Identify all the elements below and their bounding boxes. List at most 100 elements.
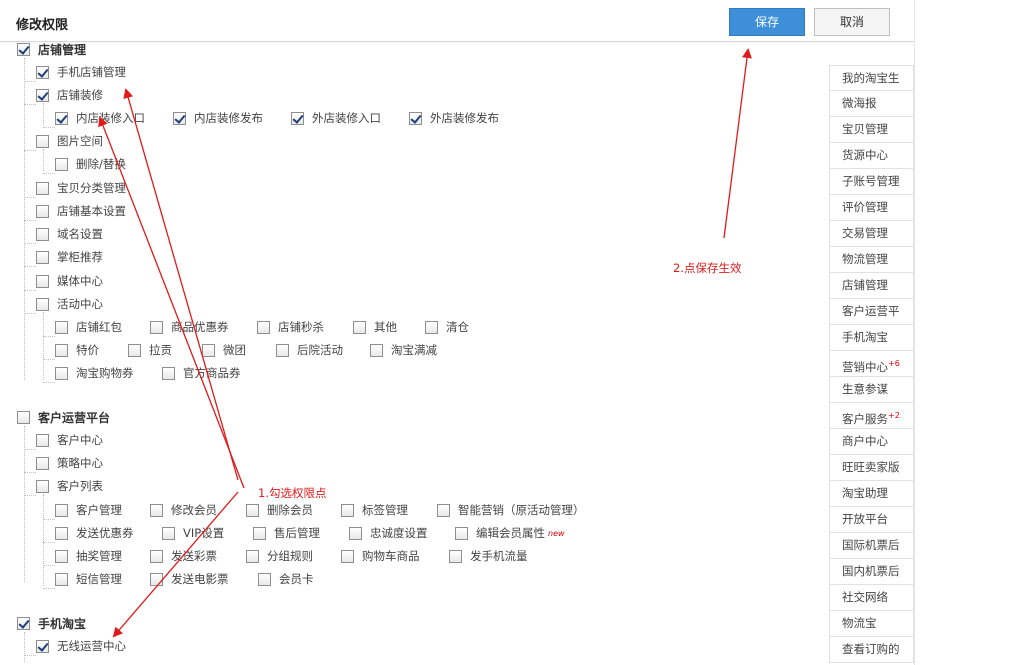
right-menu-item[interactable]: 店铺管理 [829,273,914,299]
checkbox-media[interactable] [36,274,49,288]
save-button[interactable]: 保存 [729,8,805,36]
checkbox-cl-group-rule[interactable] [246,549,259,563]
checkbox-act-spike[interactable] [257,320,270,334]
checkbox-cl-delete[interactable] [246,503,259,517]
checkbox-act-after[interactable] [276,343,289,357]
right-menu-item[interactable]: 交易管理 [829,221,914,247]
tree-connector [43,542,55,543]
right-menu-item[interactable]: 国际机票后 [829,533,914,559]
checkbox-act-gift[interactable] [128,343,141,357]
right-menu-item[interactable]: 物流管理 [829,247,914,273]
checkbox-crm-list[interactable] [36,479,49,493]
right-menu-item[interactable]: 客户服务+2 [829,403,914,429]
tree-node-cl-manage: 客户管理 [55,501,122,519]
tree-node-activity: 活动中心 [36,295,103,313]
checkbox-mobile-taobao[interactable] [17,616,30,630]
checkbox-act-shopping[interactable] [55,366,68,380]
right-menu-label: 国际机票后 [842,538,900,552]
right-menu-item[interactable]: 社交网络 [829,585,914,611]
right-menu-label: 社交网络 [842,590,888,604]
checkbox-crm[interactable] [17,410,30,424]
checkbox-act-other[interactable] [353,320,366,334]
right-menu-item[interactable]: 客户运营平 [829,299,914,325]
tree-label: 手机店铺管理 [57,65,126,79]
checkbox-cl-sms[interactable] [55,572,68,586]
checkbox-cl-card[interactable] [258,572,271,586]
checkbox-store[interactable] [17,42,30,56]
checkbox-domain[interactable] [36,227,49,241]
tree-label: 智能营销（原活动管理） [458,503,585,517]
right-menu-item[interactable]: 评价管理 [829,195,914,221]
checkbox-cl-movie[interactable] [150,572,163,586]
checkbox-image-delete[interactable] [55,157,68,171]
checkbox-category[interactable] [36,181,49,195]
checkbox-crm-center[interactable] [36,433,49,447]
checkbox-act-full[interactable] [370,343,383,357]
tree-connector [24,197,36,198]
right-menu-item[interactable]: 淘宝助理 [829,481,914,507]
tree-label: 抽奖管理 [76,549,122,563]
checkbox-cl-sms-flow[interactable] [449,549,462,563]
checkbox-wireless[interactable] [36,639,49,653]
checkbox-cl-send-lottery[interactable] [150,549,163,563]
right-menu-item[interactable]: 查看订购的 [829,637,914,663]
checkbox-act-coupon[interactable] [150,320,163,334]
right-menu-item[interactable]: 商户中心 [829,429,914,455]
tree-label: 店铺秒杀 [278,320,324,334]
right-menu-label: 商户中心 [842,434,888,448]
right-menu-label: 物流管理 [842,252,888,266]
right-menu-item[interactable]: 子账号管理 [829,169,914,195]
checkbox-recommend[interactable] [36,250,49,264]
right-menu-item[interactable]: 生意参谋 [829,377,914,403]
right-menu-item[interactable]: 国内机票后 [829,559,914,585]
right-menu-label: 宝贝管理 [842,122,888,136]
tree-connector [43,149,44,171]
tree-node-crm-strategy: 策略中心 [36,454,103,472]
right-menu-item[interactable]: 手机淘宝 [829,325,914,351]
checkbox-act-group[interactable] [202,343,215,357]
checkbox-crm-strategy[interactable] [36,456,49,470]
tree-node-act-special: 特价 [55,341,99,359]
right-menu-label: 开放平台 [842,512,888,526]
checkbox-cl-after-sale[interactable] [253,526,266,540]
tree-connector [24,449,36,450]
right-menu-item[interactable]: 我的淘宝生 [829,65,914,91]
checkbox-cl-loyalty[interactable] [349,526,362,540]
checkbox-cl-send-coupon[interactable] [55,526,68,540]
checkbox-cl-tags[interactable] [341,503,354,517]
right-menu-item[interactable]: 货源中心 [829,143,914,169]
tree-label: 发手机流量 [470,549,528,563]
checkbox-cl-smart[interactable] [437,503,450,517]
right-menu-item[interactable]: 微海报 [829,91,914,117]
checkbox-decor-out-publish[interactable] [409,111,422,125]
checkbox-act-special[interactable] [55,343,68,357]
checkbox-act-packet[interactable] [55,320,68,334]
right-menu-item[interactable]: 物流宝 [829,611,914,637]
cancel-button[interactable]: 取消 [814,8,890,36]
checkbox-decor-in-entry[interactable] [55,111,68,125]
right-menu-item[interactable]: 营销中心+6 [829,351,914,377]
checkbox-decor-in-publish[interactable] [173,111,186,125]
checkbox-act-official[interactable] [162,366,175,380]
right-menu-item[interactable]: 开放平台 [829,507,914,533]
checkbox-activity[interactable] [36,297,49,311]
checkbox-basic[interactable] [36,204,49,218]
checkbox-cl-manage[interactable] [55,503,68,517]
tree-connector [43,103,44,125]
checkbox-mobile-store[interactable] [36,65,49,79]
checkbox-cl-cart[interactable] [341,549,354,563]
tree-node-act-coupon: 商品优惠券 [150,318,229,336]
right-menu-label: 国内机票后 [842,564,900,578]
tree-label: 特价 [76,343,99,357]
checkbox-cl-edit-attr[interactable] [455,526,468,540]
checkbox-decor-out-entry[interactable] [291,111,304,125]
checkbox-cl-vip[interactable] [162,526,175,540]
right-menu-item[interactable]: 旺旺卖家版 [829,455,914,481]
checkbox-cl-lottery[interactable] [55,549,68,563]
tree-connector [43,127,55,128]
checkbox-decor[interactable] [36,88,49,102]
checkbox-act-clear[interactable] [425,320,438,334]
checkbox-image-space[interactable] [36,134,49,148]
right-menu-item[interactable]: 宝贝管理 [829,117,914,143]
checkbox-cl-edit[interactable] [150,503,163,517]
